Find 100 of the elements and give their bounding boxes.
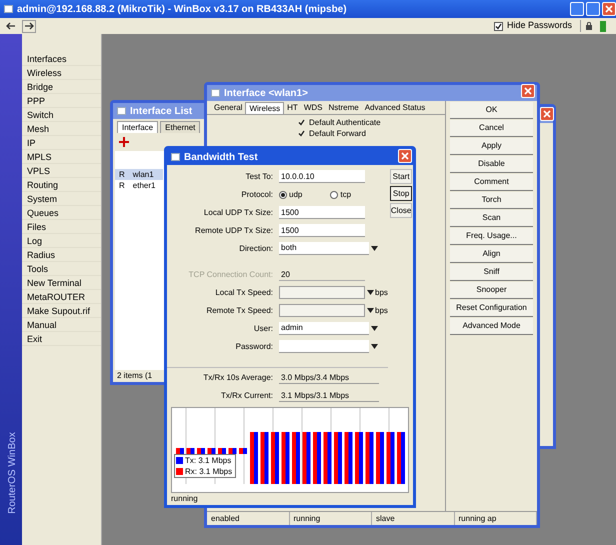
readout-field: 3.1 Mbps/3.1 Mbps [279, 389, 379, 402]
side-button[interactable]: Scan [450, 210, 533, 227]
checkbox-label: Default Forward [309, 128, 366, 140]
list-row[interactable]: R wlan1 [115, 169, 163, 180]
unit-label: bps [375, 286, 388, 298]
redo-button[interactable] [22, 20, 36, 32]
checkbox-label: Default Authenticate [309, 116, 381, 128]
checkbox[interactable] [297, 118, 305, 126]
radio-label: udp [289, 188, 302, 200]
hide-passwords-checkbox[interactable] [494, 22, 503, 30]
menu-item[interactable]: MPLS [22, 150, 101, 164]
menu-item[interactable]: Mesh [22, 122, 101, 136]
radio-button[interactable] [330, 190, 338, 198]
menu-item[interactable]: Tools [22, 262, 101, 276]
side-button[interactable]: Align [450, 246, 533, 263]
tab[interactable]: Advanced Status [362, 102, 428, 114]
menu-item[interactable]: System [22, 192, 101, 206]
close-button[interactable] [540, 107, 554, 121]
menu-item[interactable]: Radius [22, 248, 101, 262]
window-icon [117, 107, 126, 115]
menu-item[interactable]: Files [22, 220, 101, 234]
field-label: Remote UDP Tx Size: [194, 224, 274, 236]
close-button[interactable] [602, 2, 616, 16]
close-button[interactable] [521, 84, 535, 98]
window-icon [171, 153, 180, 161]
input-field[interactable] [279, 304, 365, 317]
checkbox[interactable] [297, 130, 305, 138]
dialog-button[interactable]: Start [390, 169, 412, 184]
menu-item[interactable]: Routing [22, 178, 101, 192]
radio-button[interactable] [279, 190, 287, 198]
tab[interactable]: Nstreme [325, 102, 362, 114]
add-button[interactable] [117, 135, 131, 149]
close-icon [524, 87, 532, 95]
field-label: User: [252, 322, 274, 334]
menu-item[interactable]: New Terminal [22, 276, 101, 290]
menu-item[interactable]: IP [22, 136, 101, 150]
close-icon [401, 152, 409, 160]
dialog-button[interactable]: Stop [390, 186, 412, 201]
side-button[interactable]: Snooper [450, 282, 533, 299]
dropdown[interactable]: admin [279, 322, 379, 335]
input-field[interactable] [279, 286, 365, 299]
input-field[interactable]: 1500 [279, 206, 365, 219]
menu-item[interactable]: MetaROUTER [22, 290, 101, 304]
tab[interactable]: HT [284, 102, 301, 114]
dialog-button[interactable]: Close [390, 203, 412, 218]
tab[interactable]: WDS [300, 102, 326, 114]
menu-item[interactable]: PPP [22, 94, 101, 108]
status-cell: running ap [454, 512, 537, 525]
menu-item[interactable]: Switch [22, 108, 101, 122]
side-button[interactable]: Apply [450, 138, 533, 155]
window-icon [4, 5, 13, 13]
list-row[interactable]: R ether1 [115, 180, 163, 191]
close-button[interactable] [398, 149, 412, 163]
status-cell: running [290, 512, 372, 525]
input-field[interactable]: 10.0.0.10 [279, 170, 365, 183]
legend-label: Rx: 3.1 Mbps [185, 466, 232, 478]
flag-label: R [119, 168, 125, 180]
window-title: Interface List [130, 104, 192, 118]
status-cell: enabled [207, 512, 290, 525]
side-button[interactable]: OK [450, 102, 533, 119]
window-title: admin@192.168.88.2 (MikroTik) - WinBox v3.17 on RB433AH (mipsbe) [17, 2, 347, 16]
input-field[interactable]: 1500 [279, 224, 365, 237]
menu-item[interactable]: Exit [22, 332, 101, 346]
menu-item[interactable]: VPLS [22, 164, 101, 178]
radio-label: tcp [340, 188, 352, 200]
dropdown[interactable] [279, 340, 379, 353]
flag-label: R [119, 180, 125, 192]
side-button[interactable]: Reset Configuration [450, 300, 533, 317]
interface-name: ether1 [132, 180, 156, 192]
tab[interactable]: Ethernet [160, 121, 200, 133]
side-button[interactable]: Comment [450, 174, 533, 191]
side-button[interactable]: Cancel [450, 120, 533, 137]
close-icon [605, 5, 613, 13]
menu-item[interactable]: Queues [22, 206, 101, 220]
maximize-button[interactable] [586, 2, 600, 16]
menu-item[interactable]: Bridge [22, 80, 101, 94]
readout-field: 3.0 Mbps/3.4 Mbps [279, 371, 379, 384]
tab[interactable]: Interface [117, 121, 158, 133]
dropdown[interactable]: both [279, 242, 379, 255]
tab[interactable]: Wireless [245, 102, 284, 114]
side-button[interactable]: Sniff [450, 264, 533, 281]
field-label: Test To: [244, 170, 274, 182]
menu-item[interactable]: Manual [22, 318, 101, 332]
unit-label: bps [375, 304, 388, 316]
brand-label: RouterOS WinBox [6, 431, 19, 516]
side-button[interactable]: Torch [450, 192, 533, 209]
side-button[interactable]: Advanced Mode [450, 318, 533, 335]
menu-item[interactable]: Wireless [22, 66, 101, 80]
side-button[interactable]: Disable [450, 156, 533, 173]
dropdown-value: admin [280, 322, 304, 334]
window-icon [211, 89, 220, 97]
minimize-button[interactable] [570, 2, 584, 16]
field-label: Protocol: [240, 188, 274, 200]
menu-item[interactable]: Make Supout.rif [22, 304, 101, 318]
window-title: Interface <wlan1> [224, 86, 308, 100]
menu-item[interactable]: Log [22, 234, 101, 248]
field-label: Tx/Rx Current: [220, 390, 274, 402]
tab[interactable]: General [211, 102, 246, 114]
side-button[interactable]: Freq. Usage... [450, 228, 533, 245]
menu-item[interactable]: Interfaces [22, 52, 101, 66]
